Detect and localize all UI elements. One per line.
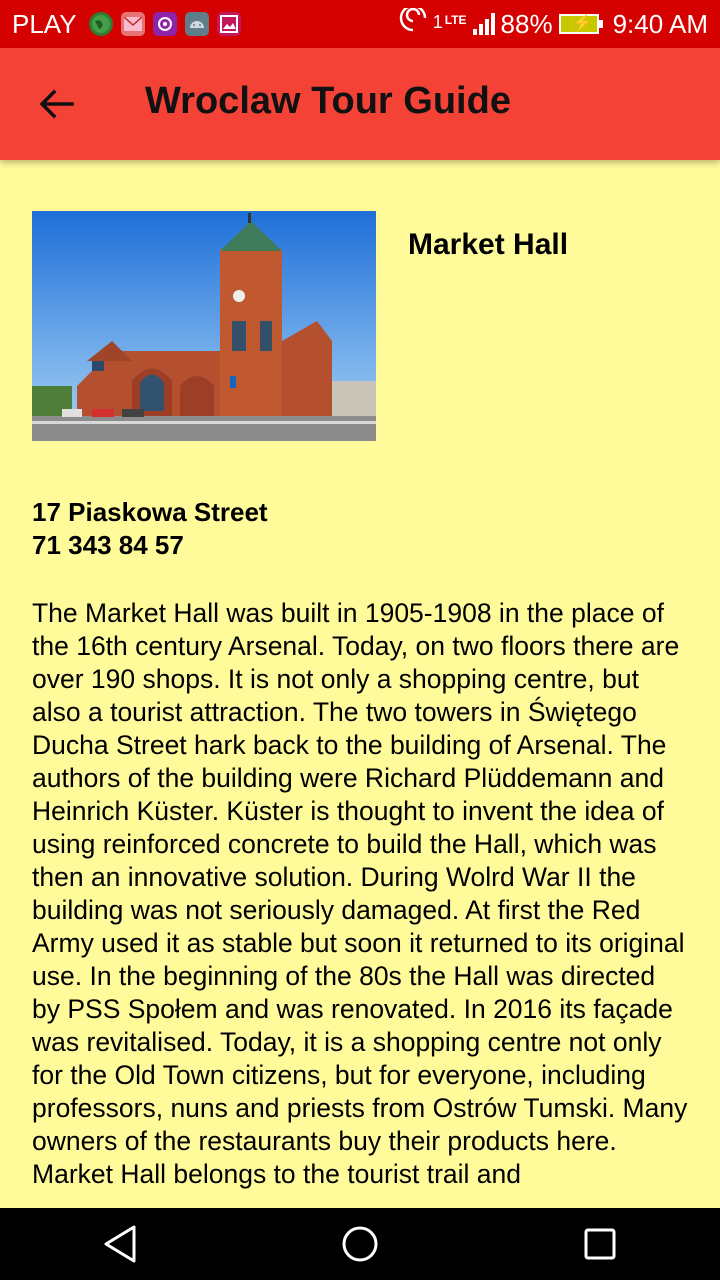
globe-icon [88, 12, 113, 36]
place-name: Market Hall [408, 228, 569, 261]
hotspot-icon [399, 4, 427, 41]
square-recents-icon [584, 1228, 616, 1260]
battery-percent: 88% [500, 8, 553, 39]
place-description: The Market Hall was built in 1905-1908 i… [32, 598, 688, 1189]
triangle-back-icon [104, 1225, 136, 1263]
address-block: 17 Piaskowa Street 71 343 84 57 [32, 496, 268, 562]
nav-recents-button[interactable] [564, 1208, 636, 1280]
battery-charging-icon: ⚡ [558, 14, 603, 34]
back-button[interactable] [28, 76, 84, 132]
app-bar: Wroclaw Tour Guide [0, 48, 720, 160]
mail-icon [120, 12, 145, 36]
nav-back-button[interactable] [84, 1208, 156, 1280]
place-phone[interactable]: 71 343 84 57 [32, 529, 268, 562]
place-address: 17 Piaskowa Street [32, 497, 268, 527]
clock: 9:40 AM [612, 8, 708, 39]
gallery-icon [216, 12, 241, 36]
arrow-left-icon [39, 89, 74, 119]
nav-home-button[interactable] [324, 1208, 396, 1280]
swirl-app-icon [152, 12, 177, 36]
app-title: Wroclaw Tour Guide [145, 80, 511, 122]
status-left: PLAY [12, 9, 241, 40]
android-icon [184, 12, 209, 36]
network-type-label: LTE [444, 12, 467, 27]
carrier-name: PLAY [12, 8, 77, 39]
signal-icon [472, 13, 495, 35]
network-sim-label: 1 [432, 11, 443, 32]
circle-home-icon [342, 1226, 378, 1262]
status-right: 1 LTE 88% ⚡ 9:40 AM [399, 4, 708, 41]
system-nav-bar [0, 1208, 720, 1280]
market-hall-photo [32, 211, 376, 441]
status-bar: PLAY 1 LTE 88% ⚡ 9:40 AM [0, 0, 720, 48]
